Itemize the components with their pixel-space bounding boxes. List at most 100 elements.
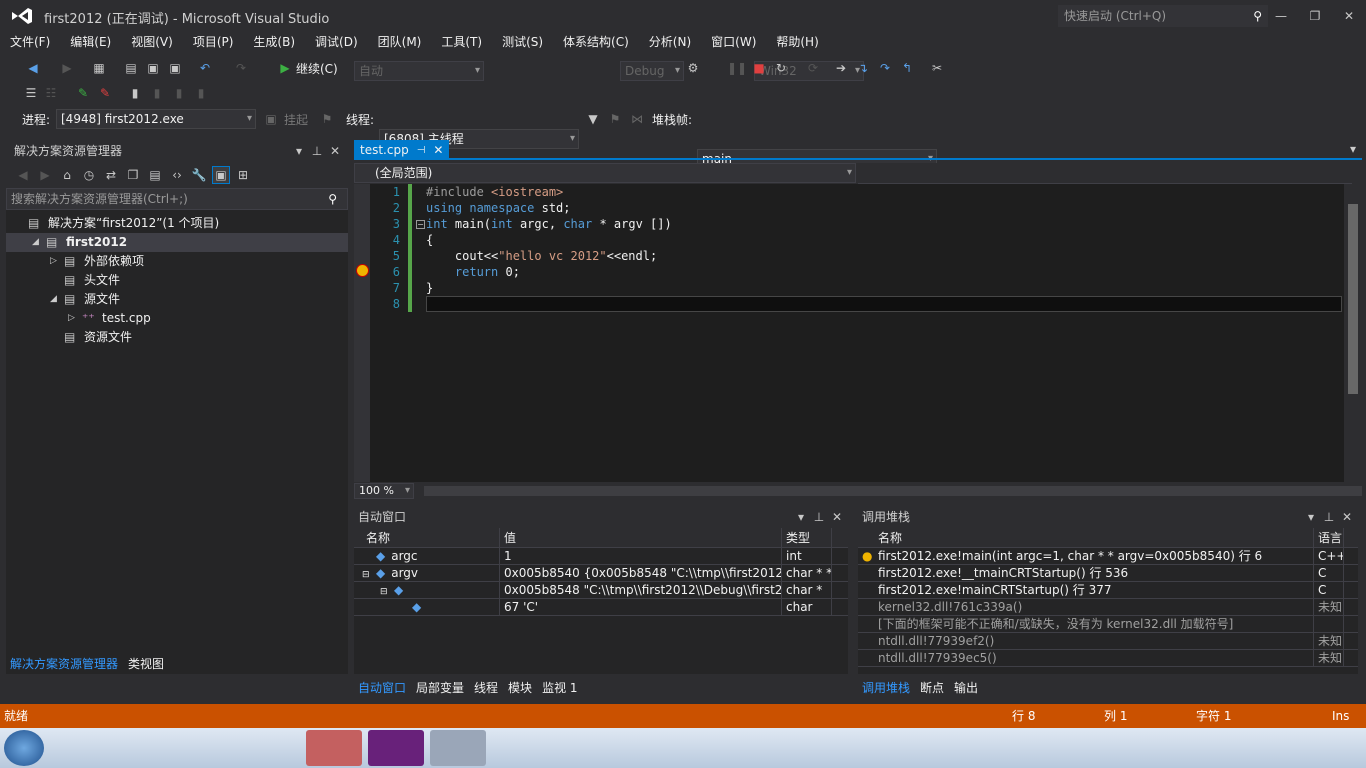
next-bookmark-icon[interactable]: ▮ <box>170 84 188 102</box>
show-next-statement-icon[interactable]: ➔ <box>832 59 850 77</box>
callstack-row[interactable]: ● first2012.exe!main(int argc=1, char * *… <box>858 548 1358 565</box>
taskbar-vs-icon[interactable] <box>368 730 424 766</box>
back-icon[interactable]: ◀ <box>14 166 32 184</box>
autos-row[interactable]: ◆ 67 'C' char <box>354 599 848 616</box>
tab-debug-window[interactable]: 线程 <box>474 679 498 696</box>
properties-icon[interactable]: 🔧 <box>190 166 208 184</box>
var-value[interactable]: 67 'C' <box>500 599 782 615</box>
menu-item-6[interactable]: 团队(M) <box>368 32 432 52</box>
callstack-row[interactable]: first2012.exe!__tmainCRTStartup() 行 536 C <box>858 565 1358 582</box>
tab-debug-window[interactable]: 模块 <box>508 679 532 696</box>
tab-debug-window[interactable]: 监视 1 <box>542 679 577 696</box>
maximize-icon[interactable]: ❐ <box>1306 7 1324 25</box>
pin-icon[interactable]: ⊥ <box>1320 508 1338 526</box>
close-tab-icon[interactable]: ✕ <box>433 143 443 157</box>
menu-item-8[interactable]: 测试(S) <box>492 32 553 52</box>
class-diagram-icon[interactable]: ⊞ <box>234 166 252 184</box>
tree-item[interactable]: ▤ 解决方案“first2012”(1 个项目) <box>6 214 348 233</box>
dropdown-icon[interactable]: ▾ <box>792 508 810 526</box>
new-project-icon[interactable]: ▦ <box>90 59 108 77</box>
menu-item-11[interactable]: 窗口(W) <box>701 32 766 52</box>
indicator-margin[interactable] <box>354 184 370 482</box>
collapse-all-icon[interactable]: ❐ <box>124 166 142 184</box>
tab-debug-window[interactable]: 局部变量 <box>416 679 464 696</box>
uncomment-icon[interactable]: ✎ <box>96 84 114 102</box>
forward-icon[interactable]: ▶ <box>36 166 54 184</box>
save-icon[interactable]: ▣ <box>144 59 162 77</box>
config-debug-select[interactable]: Debug <box>620 61 684 81</box>
col-name[interactable]: 名称 <box>354 528 500 547</box>
dropdown-icon[interactable]: ▾ <box>290 142 308 160</box>
suspend-label[interactable]: 挂起 <box>284 111 308 128</box>
forward-icon[interactable]: ▶ <box>58 59 76 77</box>
horizontal-scrollbar[interactable] <box>424 486 1362 496</box>
code-editor[interactable]: 1 2 3 4 5 6 7 8 #include <iostream> using names… <box>354 184 1362 482</box>
collapse-icon[interactable]: − <box>416 220 425 229</box>
filter-icon[interactable]: ▼ <box>584 110 602 128</box>
start-button-icon[interactable] <box>4 730 44 766</box>
quick-launch-input[interactable]: 快速启动 (Ctrl+Q) ⚲ <box>1058 5 1268 27</box>
tree-item[interactable]: ▷ ▤ 外部依赖项 <box>6 252 348 271</box>
step-over-icon[interactable]: ↷ <box>876 59 894 77</box>
autos-row[interactable]: ⊟ ◆ argv 0x005b8540 {0x005b8548 "C:\\tmp\\f… <box>354 565 848 582</box>
open-file-icon[interactable]: ▤ <box>122 59 140 77</box>
menu-item-12[interactable]: 帮助(H) <box>766 32 828 52</box>
close-icon[interactable]: ✕ <box>1340 7 1358 25</box>
pin-icon[interactable]: ⊣ <box>417 145 426 156</box>
collapse-icon[interactable]: ⊟ <box>362 567 376 581</box>
undo-icon[interactable]: ↶ <box>196 59 214 77</box>
close-panel-icon[interactable]: ✕ <box>326 142 344 160</box>
sync-icon[interactable]: ⇄ <box>102 166 120 184</box>
menu-item-4[interactable]: 生成(B) <box>243 32 305 52</box>
menu-item-1[interactable]: 编辑(E) <box>60 32 121 52</box>
close-panel-icon[interactable]: ✕ <box>1338 508 1356 526</box>
save-all-icon[interactable]: ▣ <box>166 59 184 77</box>
pin-icon[interactable]: ⊥ <box>308 142 326 160</box>
tree-item[interactable]: ▤ 资源文件 <box>6 328 348 347</box>
close-panel-icon[interactable]: ✕ <box>828 508 846 526</box>
attach-icon[interactable]: ⚙ <box>684 59 702 77</box>
continue-icon[interactable]: ▶ <box>276 59 294 77</box>
expand-toggle-icon[interactable]: ◢ <box>50 290 64 309</box>
menu-item-3[interactable]: 项目(P) <box>183 32 244 52</box>
expand-toggle-icon[interactable]: ▷ <box>50 252 64 271</box>
tree-item[interactable]: ◢ ▤ first2012 <box>6 233 348 252</box>
back-icon[interactable]: ◀ <box>24 59 42 77</box>
collapse-icon[interactable]: ⊟ <box>380 584 394 598</box>
autos-row[interactable]: ◆ argc 1 int <box>354 548 848 565</box>
tab-overflow-icon[interactable]: ▾ <box>1350 142 1356 156</box>
restart-icon[interactable]: ↻ <box>772 59 790 77</box>
callstack-row[interactable]: kernel32.dll!761c339a() 未知 <box>858 599 1358 616</box>
bookmark-list-icon[interactable]: ☰ <box>22 84 40 102</box>
home-icon[interactable]: ⌂ <box>58 166 76 184</box>
vertical-scrollbar[interactable] <box>1344 184 1362 482</box>
expand-callstack-icon[interactable]: ⋈ <box>628 110 646 128</box>
callstack-row[interactable]: first2012.exe!mainCRTStartup() 行 377 C <box>858 582 1358 599</box>
tab-callstack-window[interactable]: 调用堆栈 <box>862 679 910 696</box>
col-value[interactable]: 值 <box>500 528 782 547</box>
autos-row[interactable]: ⊟ ◆ 0x005b8548 "C:\\tmp\\first2012\\Debug\… <box>354 582 848 599</box>
minimize-icon[interactable]: — <box>1272 7 1290 25</box>
scroll-thumb[interactable] <box>1348 204 1358 394</box>
preview-icon[interactable]: ▣ <box>212 166 230 184</box>
tree-item[interactable]: ▤ 头文件 <box>6 271 348 290</box>
var-value[interactable]: 0x005b8540 {0x005b8548 "C:\\tmp\\first20… <box>500 565 782 581</box>
comment-icon[interactable]: ✎ <box>74 84 92 102</box>
tree-item[interactable]: ◢ ▤ 源文件 <box>6 290 348 309</box>
indent-icon[interactable]: ☷ <box>42 84 60 102</box>
callstack-row[interactable]: ntdll.dll!77939ef2() 未知 <box>858 633 1358 650</box>
expand-toggle-icon[interactable]: ◢ <box>32 233 46 252</box>
expand-toggle-icon[interactable]: ▷ <box>68 309 82 328</box>
var-value[interactable]: 1 <box>500 548 782 564</box>
step-into-icon[interactable]: ↴ <box>854 59 872 77</box>
tab-test-cpp[interactable]: test.cpp ⊣ ✕ <box>354 140 450 160</box>
tab-callstack-window[interactable]: 输出 <box>954 679 978 696</box>
clear-bookmarks-icon[interactable]: ▮ <box>192 84 210 102</box>
tree-item[interactable]: ▷ ⁺⁺ test.cpp <box>6 309 348 328</box>
toggle-flag-icon[interactable]: ⚑ <box>606 110 624 128</box>
dropdown-icon[interactable]: ▾ <box>1302 508 1320 526</box>
flag-icon[interactable]: ⚑ <box>318 110 336 128</box>
tab-solution-explorer[interactable]: 解决方案资源管理器 <box>10 655 118 672</box>
tab-debug-window[interactable]: 自动窗口 <box>358 679 406 696</box>
continue-button[interactable]: 继续(C) <box>296 60 338 77</box>
